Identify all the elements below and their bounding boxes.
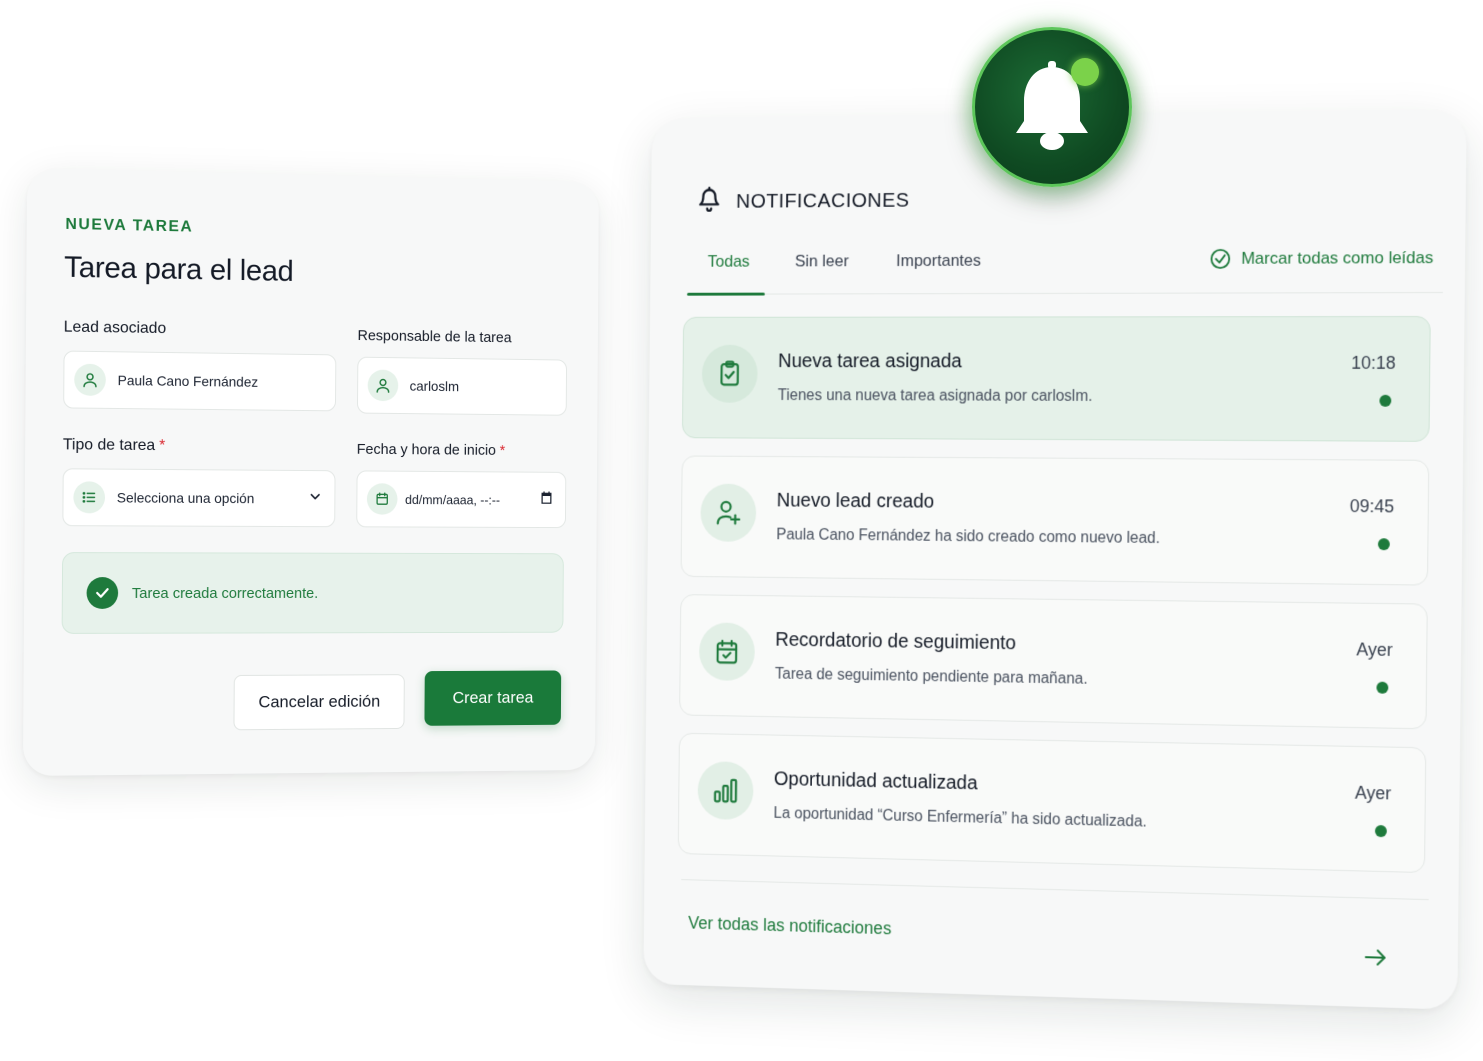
arrow-right-icon [1363,946,1389,974]
start-datetime-input[interactable]: dd/mm/aaaa, --:-- [356,470,567,529]
owner-label: Responsable de la tarea [357,327,512,347]
notification-time: 10:18 [1351,352,1396,373]
tab-todas[interactable]: Todas [708,252,750,271]
notification-description: La oportunidad “Curso Enfermería” ha sid… [773,805,1147,831]
owner-value: carloslm [409,377,460,395]
datetime-placeholder: dd/mm/aaaa, --:-- [404,491,501,507]
success-alert: Tarea creada correctamente. [61,552,564,634]
notification-title: Recordatorio de seguimiento [775,629,1017,655]
user-icon [74,363,106,396]
tab-importantes[interactable]: Importantes [896,251,981,271]
date-label: Fecha y hora de inicio * [357,441,506,459]
active-tab-indicator [687,292,765,296]
chevron-down-icon [307,488,323,509]
see-all-label: Ver todas las notificaciones [688,913,892,939]
check-circle-icon [86,577,119,609]
unread-dot [1376,681,1389,694]
unread-dot [1377,538,1390,551]
user-plus-icon [700,483,757,542]
mark-all-read-button[interactable]: Marcar todas como leídas [1210,247,1434,270]
success-message: Tarea creada correctamente. [131,584,319,602]
notification-item[interactable]: Recordatorio de seguimiento Tarea de seg… [679,594,1428,730]
notifications-header: NOTIFICACIONES [697,184,910,217]
notification-item[interactable]: Nuevo lead creado Paula Cano Fernández h… [680,455,1430,586]
owner-field[interactable]: carloslm [356,356,568,416]
unread-dot [1374,824,1387,838]
user-icon [367,369,399,402]
form-eyebrow: NUEVA TAREA [65,215,194,236]
required-mark: * [499,442,506,459]
clipboard-check-icon [701,344,758,403]
notification-title: Oportunidad actualizada [773,768,978,795]
notification-description: Tarea de seguimiento pendiente para maña… [774,665,1088,688]
notification-time: Ayer [1354,782,1392,804]
cancel-edit-button[interactable]: Cancelar edición [233,674,405,731]
notifications-card: NOTIFICACIONES Todas Sin leer Importante… [643,109,1467,1010]
task-form-card: NUEVA TAREA Tarea para el lead Lead asoc… [22,168,599,777]
tab-sin-leer[interactable]: Sin leer [795,252,849,272]
notification-item[interactable]: Nueva tarea asignada Tienes una nueva ta… [681,316,1431,442]
list-icon [73,481,106,514]
task-type-value: Selecciona una opción [116,489,255,507]
notification-description: Paula Cano Fernández ha sido creado como… [776,526,1161,547]
bar-chart-icon [697,761,754,821]
required-mark: * [159,437,166,455]
see-all-notifications-link[interactable]: Ver todas las notificaciones [680,879,1429,999]
notification-title: Nuevo lead creado [776,489,935,513]
lead-label: Lead asociado [63,318,167,338]
unread-indicator-dot [1071,58,1099,86]
unread-dot [1379,394,1392,407]
create-task-button[interactable]: Crear tarea [424,670,562,726]
lead-value: Paula Cano Fernández [117,372,259,390]
notification-time: Ayer [1356,639,1393,660]
check-circle-outline-icon [1210,248,1232,270]
notification-bell-badge [972,27,1132,187]
mark-all-read-label: Marcar todas como leídas [1241,248,1434,268]
notification-time: 09:45 [1349,496,1395,517]
notification-tabs: Todas Sin leer Importantes Marcar todas … [687,235,1444,296]
notification-description: Tienes una nueva tarea asignada por carl… [777,387,1093,405]
task-type-select[interactable]: Selecciona una opción [62,468,336,528]
notification-title: Nueva tarea asignada [777,350,962,373]
calendar-picker-icon[interactable] [539,490,554,510]
lead-field[interactable]: Paula Cano Fernández [63,350,337,412]
calendar-icon [366,483,398,515]
type-label-text: Tipo de tarea [62,436,156,455]
date-label-text: Fecha y hora de inicio [356,440,496,459]
notifications-title: NOTIFICACIONES [735,188,910,213]
form-title: Tarea para el lead [64,250,294,288]
calendar-check-icon [698,622,756,682]
tab-label: Todas [707,252,750,271]
type-label: Tipo de tarea * [63,436,165,455]
bell-icon [697,186,721,218]
notification-item[interactable]: Oportunidad actualizada La oportunidad “… [677,732,1427,874]
